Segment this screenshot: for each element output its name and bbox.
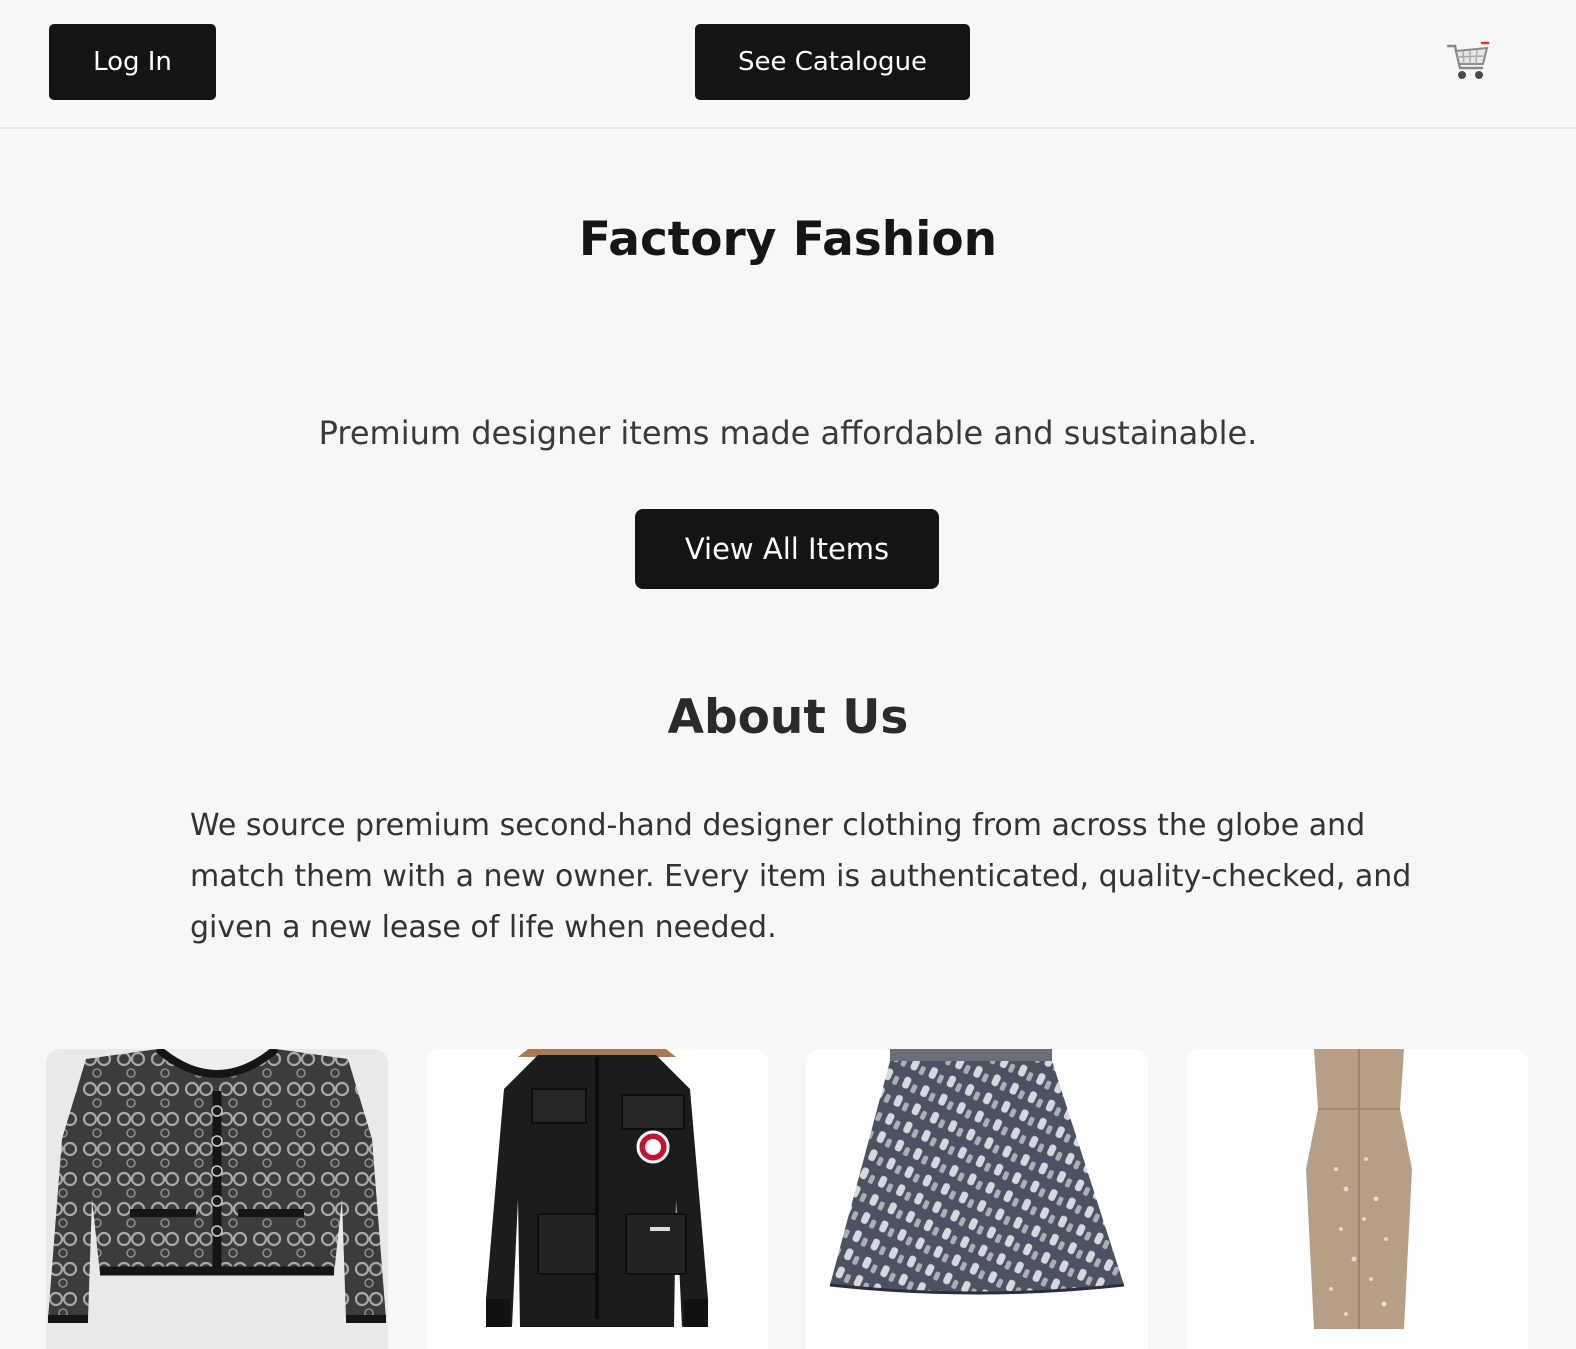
product-card[interactable]: [426, 1049, 768, 1349]
product-card[interactable]: [806, 1049, 1148, 1349]
login-button[interactable]: Log In: [49, 24, 216, 100]
view-all-items-button[interactable]: View All Items: [635, 509, 939, 589]
product-card-row: [46, 1049, 1528, 1349]
about-us-heading: About Us: [667, 690, 909, 745]
product-card[interactable]: [1186, 1049, 1528, 1349]
shopping-cart-icon[interactable]: [1446, 40, 1490, 84]
product-card[interactable]: [46, 1049, 388, 1349]
sequin-gown-image: [1186, 1049, 1528, 1349]
top-navigation-bar: Log In See Catalogue: [0, 0, 1576, 129]
site-title: Factory Fashion: [578, 212, 998, 267]
tweed-cropped-jacket-image: [46, 1049, 388, 1349]
see-catalogue-button[interactable]: See Catalogue: [695, 24, 970, 100]
black-parka-image: [426, 1049, 768, 1349]
monogram-mini-skirt-image: [806, 1049, 1148, 1349]
about-us-text: We source premium second-hand designer c…: [190, 808, 1412, 945]
tagline: Premium designer items made affordable a…: [318, 414, 1258, 452]
